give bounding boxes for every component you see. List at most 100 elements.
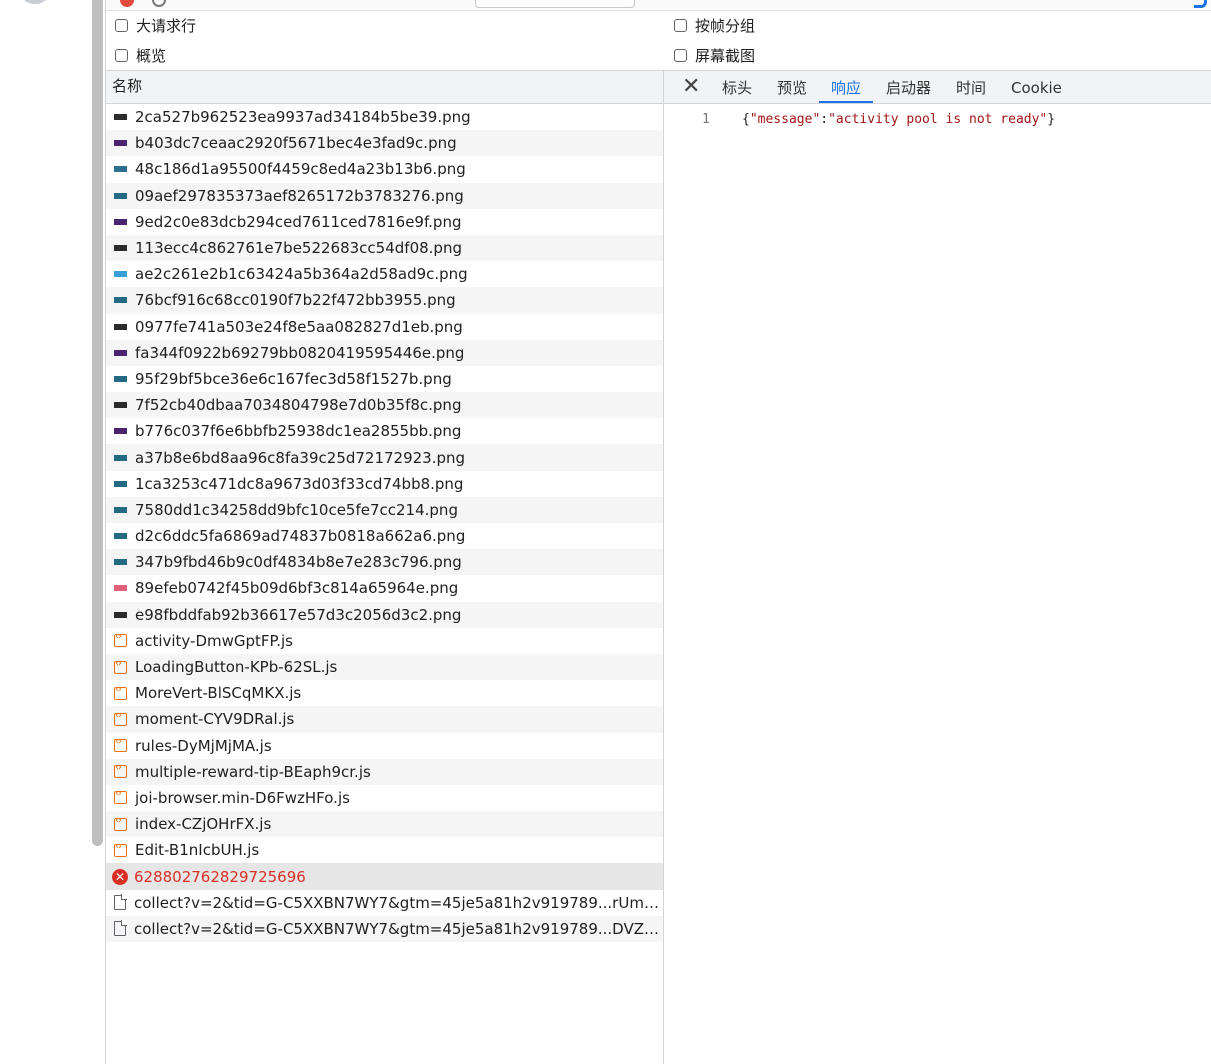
json-close-brace: } [1047, 112, 1056, 127]
request-row[interactable]: moment-CYV9DRal.js [106, 706, 663, 733]
json-value: "activity pool is not ready" [828, 112, 1048, 127]
request-row[interactable]: 9ed2c0e83dcb294ced7611ced7816e9f.png [106, 209, 663, 235]
detail-tabbar: ✕ 标头 预览 响应 启动器 时间 Cookie [664, 71, 1211, 104]
request-row[interactable]: 113ecc4c862761e7be522683cc54df08.png [106, 234, 663, 262]
tab-timing[interactable]: 时间 [956, 71, 986, 103]
request-name: 9ed2c0e83dcb294ced7611ced7816e9f.png [135, 212, 462, 231]
request-name: 95f29bf5bce36e6c167fec3d58f1527b.png [135, 369, 452, 388]
request-name: MoreVert-BlSCqMKX.js [135, 684, 302, 703]
request-list: 2ca527b962523ea9937ad34184b5be39.png b403… [106, 104, 663, 942]
list-detail-divider[interactable] [663, 71, 664, 1064]
request-row[interactable]: e98fbddfab92b36617e57d3c2056d3c2.png [106, 601, 663, 628]
request-row[interactable]: 7f52cb40dbaa7034804798e7d0b35f8c.png [106, 392, 663, 419]
request-name: index-CZjOHrFX.js [135, 815, 272, 834]
request-name: b403dc7ceaac2920f5671bec4e3fad9c.png [135, 134, 457, 153]
filter-input[interactable] [475, 0, 635, 8]
tab-cookies[interactable]: Cookie [1011, 71, 1062, 103]
request-row[interactable]: 89efeb0742f45b09d6bf3c814a65964e.png [106, 575, 663, 601]
image-file-icon [114, 218, 127, 225]
script-file-icon [114, 709, 127, 726]
request-row[interactable]: 09aef297835373aef8265172b3783276.png [106, 182, 663, 209]
request-row[interactable]: multiple-reward-tip-BEaph9cr.js [106, 758, 663, 785]
request-row[interactable]: b403dc7ceaac2920f5671bec4e3fad9c.png [106, 130, 663, 157]
request-row[interactable]: 1ca3253c471dc8a9673d03f33cd74bb8.png [106, 471, 663, 497]
request-row[interactable]: MoreVert-BlSCqMKX.js [106, 680, 663, 706]
tab-response[interactable]: 响应 [819, 71, 874, 103]
request-name: 09aef297835373aef8265172b3783276.png [135, 186, 464, 205]
request-row[interactable]: 347b9fbd46b9c0df4834b8e7e283c796.png [106, 549, 663, 576]
request-row[interactable]: d2c6ddc5fa6869ad74837b0818a662a6.png [106, 523, 663, 549]
script-file-icon [114, 814, 127, 831]
image-file-icon [114, 166, 127, 173]
big-request-rows-checkbox[interactable] [115, 18, 128, 32]
request-row[interactable]: joi-browser.min-D6FwzHFo.js [106, 785, 663, 811]
request-name: fa344f0922b69279bb0820419595446e.png [135, 343, 465, 362]
screenshots-checkbox[interactable] [674, 48, 687, 62]
image-file-icon [114, 192, 127, 199]
request-name: joi-browser.min-D6FwzHFo.js [135, 788, 350, 807]
settings-icon[interactable] [1194, 0, 1207, 8]
request-name: e98fbddfab92b36617e57d3c2056d3c2.png [135, 605, 462, 624]
json-colon: : [820, 112, 829, 127]
image-file-icon [114, 245, 127, 252]
line-number: 1 [702, 112, 710, 127]
script-file-icon [114, 735, 127, 753]
request-name: ae2c261e2b1c63424a5b364a2d58ad9c.png [135, 265, 468, 284]
image-file-icon [114, 506, 127, 513]
request-row[interactable]: collect?v=2&tid=G-C5XXBN7WY7&gtm=45je5a8… [106, 915, 663, 942]
request-name: Edit-B1nIcbUH.js [135, 841, 260, 860]
image-file-icon [114, 533, 127, 540]
request-row[interactable]: 2ca527b962523ea9937ad34184b5be39.png [106, 104, 663, 130]
network-toolbar [106, 0, 1211, 11]
group-by-frame-checkbox[interactable] [674, 18, 687, 32]
overview-option[interactable]: 概览 [115, 45, 166, 65]
request-name: 0977fe741a503e24f8e5aa082827d1eb.png [135, 317, 463, 336]
request-row[interactable]: fa344f0922b69279bb0820419595446e.png [106, 339, 663, 366]
request-row[interactable]: ae2c261e2b1c63424a5b364a2d58ad9c.png [106, 261, 663, 287]
request-row[interactable]: index-CZjOHrFX.js [106, 811, 663, 838]
document-icon [114, 894, 127, 911]
request-row[interactable]: 48c186d1a95500f4459c8ed4a23b13b6.png [106, 156, 663, 182]
name-column-header[interactable]: 名称 [106, 71, 663, 104]
image-file-icon [114, 323, 127, 330]
name-column-title: 名称 [112, 77, 143, 95]
big-request-rows-option[interactable]: 大请求行 [115, 15, 196, 35]
request-row[interactable]: collect?v=2&tid=G-C5XXBN7WY7&gtm=45je5a8… [106, 890, 663, 916]
big-request-rows-label: 大请求行 [136, 16, 197, 35]
request-row[interactable]: activity-DmwGptFP.js [106, 628, 663, 654]
request-row[interactable]: b776c037f6e6bbfb25938dc1ea2855bb.png [106, 418, 663, 444]
avatar [18, 0, 52, 4]
record-icon[interactable] [120, 0, 134, 7]
request-row[interactable]: 0977fe741a503e24f8e5aa082827d1eb.png [106, 314, 663, 340]
tab-preview[interactable]: 预览 [777, 71, 807, 103]
image-file-icon [114, 114, 127, 121]
close-icon[interactable]: ✕ [682, 76, 700, 98]
request-name: 7f52cb40dbaa7034804798e7d0b35f8c.png [135, 396, 462, 415]
request-name: LoadingButton-KPb-62SL.js [135, 658, 338, 677]
image-file-icon [114, 349, 127, 356]
request-row[interactable]: rules-DyMjMjMA.js [106, 733, 663, 759]
image-file-icon [114, 559, 127, 566]
script-file-icon [114, 683, 127, 700]
json-key: "message" [749, 112, 821, 127]
script-file-icon [114, 657, 127, 674]
clear-icon[interactable] [152, 0, 166, 7]
request-row[interactable]: a37b8e6bd8aa96c8fa39c25d72172923.png [106, 444, 663, 471]
tab-initiator[interactable]: 启动器 [886, 71, 931, 103]
request-row[interactable]: Edit-B1nIcbUH.js [106, 837, 663, 863]
request-row[interactable]: ✕ 628802762829725696 [106, 863, 663, 890]
request-row[interactable]: 95f29bf5bce36e6c167fec3d58f1527b.png [106, 366, 663, 392]
json-open-brace: { [742, 112, 750, 127]
group-by-frame-option[interactable]: 按帧分组 [674, 15, 755, 35]
request-name: rules-DyMjMjMA.js [135, 736, 272, 755]
request-row[interactable]: 7580dd1c34258dd9bfc10ce5fe7cc214.png [106, 496, 663, 523]
request-row[interactable]: LoadingButton-KPb-62SL.js [106, 653, 663, 681]
screenshots-option[interactable]: 屏幕截图 [674, 45, 755, 65]
scrollbar-thumb[interactable] [92, 0, 103, 846]
request-name: collect?v=2&tid=G-C5XXBN7WY7&gtm=45je5a8… [134, 919, 663, 938]
tab-headers[interactable]: 标头 [722, 71, 752, 103]
request-name: a37b8e6bd8aa96c8fa39c25d72172923.png [135, 448, 466, 467]
overview-checkbox[interactable] [115, 48, 128, 62]
request-row[interactable]: 76bcf916c68cc0190f7b22f472bb3955.png [106, 287, 663, 314]
script-file-icon [114, 787, 127, 805]
